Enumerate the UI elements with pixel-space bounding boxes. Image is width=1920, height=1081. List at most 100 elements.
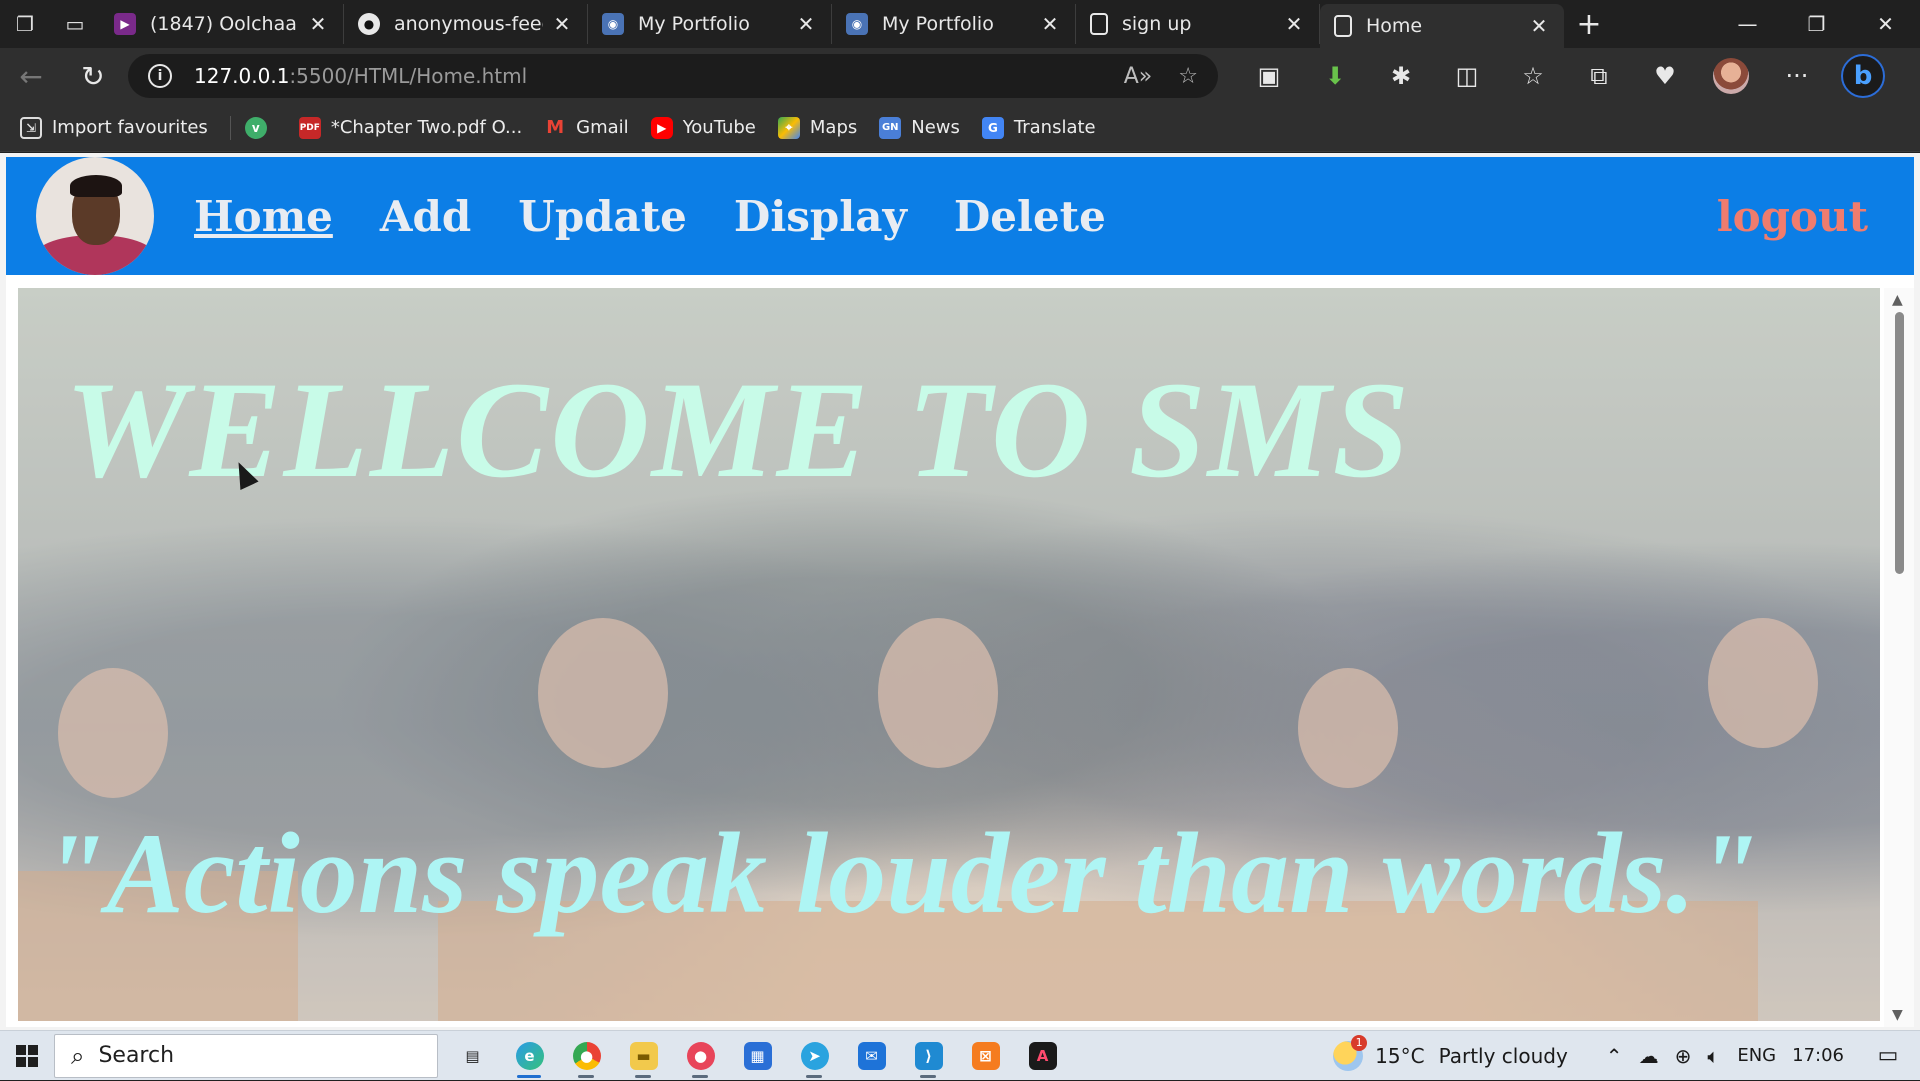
- portfolio-favicon-icon: ◉: [846, 13, 868, 35]
- translate-icon: G: [981, 116, 1004, 139]
- github-favicon-icon: ●: [358, 13, 380, 35]
- hero-quote: "Actions speak louder than words.": [42, 810, 1760, 938]
- screen-recorder-icon[interactable]: ●: [672, 1031, 729, 1081]
- bookmark-label: Gmail: [576, 117, 629, 138]
- weather-temp: 15°C: [1375, 1043, 1425, 1068]
- onedrive-cloud-icon[interactable]: ☁: [1639, 1044, 1659, 1068]
- windows-taskbar: ⌕ Search ▤ e ● ▬ ● ▦ ➤ ✉ ⟩ ⊠ A 1 15°C Pa…: [0, 1030, 1920, 1080]
- nav-link-update[interactable]: Update: [518, 192, 687, 241]
- bookmark-gmail[interactable]: M Gmail: [544, 117, 629, 139]
- vertical-tabs-icon[interactable]: ▭: [50, 0, 100, 48]
- copilot-button[interactable]: b: [1830, 48, 1896, 104]
- page-icon: [1334, 15, 1352, 37]
- system-tray: 1 15°C Partly cloudy ⌃ ☁ ⊕ 🔈︎ ENG 17:06 …: [1333, 1031, 1920, 1081]
- close-tab-icon[interactable]: ✕: [551, 12, 573, 36]
- mail-taskbar-icon[interactable]: ✉: [843, 1031, 900, 1081]
- clock[interactable]: 17:06: [1792, 1045, 1844, 1066]
- browser-tab[interactable]: ▶ (1847) Oolchaa - G ✕: [100, 4, 344, 44]
- file-explorer-icon[interactable]: ▬: [615, 1031, 672, 1081]
- gmail-icon: M: [546, 117, 565, 138]
- scroll-up-arrow-icon[interactable]: ▲: [1892, 292, 1903, 308]
- extension-icon[interactable]: ▣: [1236, 48, 1302, 104]
- bookmark-translate[interactable]: G Translate: [981, 116, 1096, 139]
- close-tab-icon[interactable]: ✕: [1528, 14, 1550, 38]
- browser-tab[interactable]: ◉ My Portfolio ✕: [832, 4, 1076, 44]
- scroll-down-arrow-icon[interactable]: ▼: [1892, 1007, 1903, 1023]
- bookmark-label: *Chapter Two.pdf O...: [330, 117, 523, 138]
- close-tab-icon[interactable]: ✕: [1283, 12, 1305, 36]
- bookmark-maps[interactable]: ⌖ Maps: [777, 116, 857, 139]
- xampp-taskbar-icon[interactable]: ⊠: [957, 1031, 1014, 1081]
- bookmark-youtube[interactable]: ▶ YouTube: [650, 116, 756, 139]
- browser-tab-active[interactable]: Home ✕: [1320, 4, 1564, 48]
- logo-hair: [70, 175, 122, 197]
- import-icon: ⇲: [20, 116, 42, 139]
- collections-icon[interactable]: ⧉: [1566, 48, 1632, 104]
- weather-condition: Partly cloudy: [1438, 1043, 1568, 1068]
- browser-tab[interactable]: ◉ My Portfolio ✕: [588, 4, 832, 44]
- page-scrollbar[interactable]: ▲ ▼: [1884, 288, 1914, 1027]
- close-tab-icon[interactable]: ✕: [795, 12, 817, 36]
- youtube-favicon-icon: ▶: [114, 13, 136, 35]
- favorites-icon[interactable]: ☆: [1500, 48, 1566, 104]
- settings-more-icon[interactable]: ···: [1764, 48, 1830, 104]
- volume-icon[interactable]: 🔈︎: [1707, 1044, 1719, 1068]
- new-tab-button[interactable]: +: [1564, 4, 1614, 44]
- split-screen-icon[interactable]: ◫: [1434, 48, 1500, 104]
- tab-title: My Portfolio: [638, 13, 750, 35]
- nav-link-home[interactable]: Home: [194, 192, 333, 241]
- bookmark-chapter-two-pdf[interactable]: PDF *Chapter Two.pdf O...: [298, 116, 523, 139]
- tab-title: Home: [1366, 15, 1423, 37]
- bookmark-vue[interactable]: v: [244, 116, 277, 139]
- nav-link-display[interactable]: Display: [734, 192, 907, 241]
- profile-button[interactable]: [1698, 48, 1764, 104]
- extensions-puzzle-icon[interactable]: ✱: [1368, 48, 1434, 104]
- site-info-icon[interactable]: i: [148, 64, 172, 88]
- refresh-icon[interactable]: ↻: [62, 48, 124, 104]
- close-tab-icon[interactable]: ✕: [307, 12, 329, 36]
- back-arrow-icon[interactable]: ←: [0, 48, 62, 104]
- browser-tab[interactable]: sign up ✕: [1076, 4, 1320, 44]
- logout-link[interactable]: logout: [1717, 192, 1868, 241]
- close-tab-icon[interactable]: ✕: [1039, 12, 1061, 36]
- bookmark-label: Import favourites: [52, 117, 208, 138]
- notifications-icon[interactable]: ▭: [1868, 1043, 1908, 1068]
- show-hidden-icons-chevron-icon[interactable]: ⌃: [1606, 1044, 1623, 1068]
- telegram-taskbar-icon[interactable]: ➤: [786, 1031, 843, 1081]
- edge-taskbar-icon[interactable]: e: [501, 1031, 558, 1081]
- browser-toolbar: ← ↻ i 127.0.0.1:5500/HTML/Home.html A» ☆…: [0, 48, 1920, 104]
- task-view-icon[interactable]: ▤: [444, 1031, 501, 1081]
- restore-icon[interactable]: ❐: [1782, 0, 1851, 48]
- taskbar-search-box[interactable]: ⌕ Search: [54, 1033, 438, 1078]
- windows-logo-icon: [16, 1044, 38, 1067]
- chrome-taskbar-icon[interactable]: ●: [558, 1031, 615, 1081]
- scrollbar-thumb[interactable]: [1895, 312, 1904, 574]
- network-globe-icon[interactable]: ⊕: [1675, 1044, 1692, 1068]
- start-button[interactable]: [0, 1031, 54, 1081]
- browser-viewport: Home Add Update Display Delete logout WE…: [0, 153, 1920, 1030]
- address-bar[interactable]: i 127.0.0.1:5500/HTML/Home.html A» ☆: [128, 54, 1218, 98]
- weather-widget[interactable]: 1 15°C Partly cloudy: [1333, 1034, 1568, 1071]
- weather-alert-badge: 1: [1351, 1034, 1368, 1051]
- nav-link-add[interactable]: Add: [380, 192, 471, 241]
- profile-avatar: [1713, 58, 1749, 94]
- hero-classroom-image: WELLCOME TO SMS "Actions speak louder th…: [18, 288, 1880, 1021]
- favorite-star-icon[interactable]: ☆: [1178, 64, 1198, 89]
- store-taskbar-icon[interactable]: ▦: [729, 1031, 786, 1081]
- workspaces-icon[interactable]: ❐: [0, 0, 50, 48]
- bookmarks-bar: ⇲ Import favourites v PDF *Chapter Two.p…: [0, 104, 1920, 152]
- read-aloud-icon[interactable]: A»: [1124, 64, 1153, 89]
- download-extension-icon[interactable]: ⬇: [1302, 48, 1368, 104]
- bookmark-import-favourites[interactable]: ⇲ Import favourites: [20, 116, 208, 139]
- hero-title: WELLCOME TO SMS: [64, 353, 1412, 506]
- browser-essentials-icon[interactable]: ♥: [1632, 48, 1698, 104]
- vscode-taskbar-icon[interactable]: ⟩: [900, 1031, 957, 1081]
- close-window-icon[interactable]: ✕: [1851, 0, 1920, 48]
- minimize-icon[interactable]: —: [1713, 0, 1782, 48]
- bookmark-news[interactable]: GN News: [879, 116, 960, 139]
- input-language[interactable]: ENG: [1737, 1045, 1776, 1066]
- url-text[interactable]: 127.0.0.1:5500/HTML/Home.html: [194, 64, 1098, 88]
- adobe-taskbar-icon[interactable]: A: [1014, 1031, 1071, 1081]
- nav-link-delete[interactable]: Delete: [954, 192, 1106, 241]
- browser-tab[interactable]: ● anonymous-feedb ✕: [344, 4, 588, 44]
